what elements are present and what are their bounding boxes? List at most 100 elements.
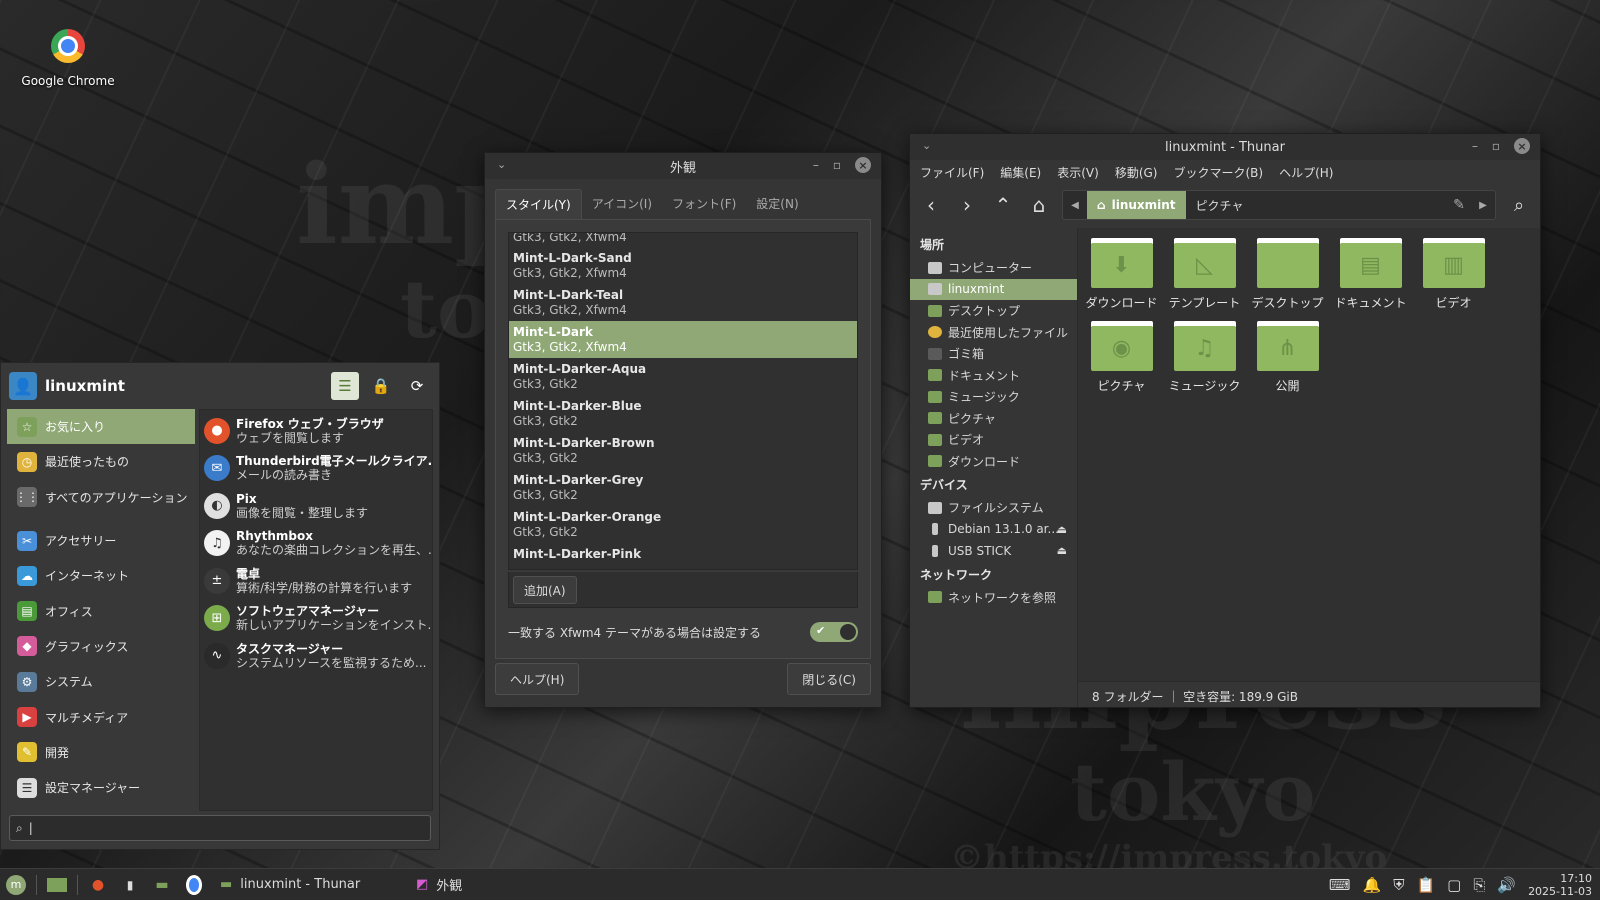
theme-item[interactable]: Mint-L-Darker-Brown Gtk3, Gtk2 <box>509 432 857 469</box>
task-appearance[interactable]: ◩ 外観 <box>406 869 602 900</box>
maximize-icon[interactable]: ▫ <box>833 158 841 172</box>
app-item-rhythmbox[interactable]: ♫ Rhythmbox あなたの楽曲コレクションを再生、... <box>200 525 432 563</box>
theme-item[interactable]: Mint-L-Dark-Teal Gtk3, Gtk2, Xfwm4 <box>509 284 857 321</box>
up-icon[interactable]: ⌃ <box>990 192 1016 218</box>
category-internet[interactable]: ☁ インターネット <box>7 558 195 593</box>
sidebar-item-home[interactable]: linuxmint <box>910 278 1077 300</box>
theme-item[interactable]: Mint-L-Darker-Aqua Gtk3, Gtk2 <box>509 358 857 395</box>
clipboard-icon[interactable]: 📋 <box>1416 876 1435 894</box>
sidebar-item-downloads[interactable]: ダウンロード <box>910 451 1077 473</box>
category-accessories[interactable]: ✂ アクセサリー <box>7 523 195 558</box>
theme-item[interactable]: Mint-L-Dark Gtk3, Gtk2, Xfwm4 <box>509 321 857 358</box>
path-segment-pictures[interactable]: ピクチャ <box>1186 191 1254 219</box>
clock[interactable]: 17:10 2025-11-03 <box>1528 872 1592 898</box>
folder-item[interactable]: ▤ ドキュメント <box>1329 238 1412 311</box>
close-button[interactable]: 閉じる(C) <box>787 663 871 695</box>
category-system[interactable]: ⚙ システム <box>7 664 195 699</box>
file-view[interactable]: ⬇ ダウンロード ◺ テンプレート デスクトップ ▤ ドキュメント ▥ ビデオ ◉ ピクチャ ♫ ミュー… <box>1078 228 1540 707</box>
menu-bookmarks[interactable]: ブックマーク(B) <box>1173 164 1263 181</box>
theme-item[interactable]: Mint-L-Darker-Pink <box>509 543 857 569</box>
sidebar-item-recent[interactable]: 最近使用したファイル <box>910 322 1077 344</box>
volume-icon[interactable]: 🔊 <box>1497 876 1516 894</box>
theme-item[interactable]: Mint-L-Darker-Grey Gtk3, Gtk2 <box>509 469 857 506</box>
forward-icon[interactable]: › <box>954 192 980 218</box>
folder-item[interactable]: ♫ ミュージック <box>1163 321 1246 394</box>
sidebar-item-documents[interactable]: ドキュメント <box>910 365 1077 387</box>
folder-item[interactable]: デスクトップ <box>1246 238 1329 311</box>
category-office[interactable]: ▤ オフィス <box>7 593 195 628</box>
menu-edit[interactable]: 編集(E) <box>1000 164 1041 181</box>
minimize-icon[interactable]: – <box>813 158 819 172</box>
title-bar[interactable]: ⌄ 外観 – ▫ × <box>485 153 881 179</box>
folder-item[interactable]: ◉ ピクチャ <box>1080 321 1163 394</box>
app-item-thunderbird[interactable]: ✉ Thunderbird電子メールクライア... メールの読み書き <box>200 450 432 488</box>
menu-file[interactable]: ファイル(F) <box>920 164 984 181</box>
path-segment-home[interactable]: ⌂ linuxmint <box>1087 191 1186 219</box>
menu-view[interactable]: 表示(V) <box>1057 164 1099 181</box>
theme-list[interactable]: Gtk3, Gtk2, Xfwm4 Mint-L-Dark-Sand Gtk3, G… <box>508 232 858 570</box>
category-development[interactable]: ✎ 開発 <box>7 735 195 770</box>
shield-icon[interactable]: ⛨ <box>1393 876 1404 894</box>
keyboard-icon[interactable]: ⌨ <box>1329 876 1351 894</box>
category-graphics[interactable]: ◆ グラフィックス <box>7 629 195 664</box>
title-bar[interactable]: ⌄ linuxmint - Thunar – ▫ × <box>910 134 1540 160</box>
sidebar-item-music[interactable]: ミュージック <box>910 386 1077 408</box>
notification-bell-icon[interactable]: 🔔 <box>1363 876 1382 894</box>
sidebar-item-filesystem[interactable]: ファイルシステム <box>910 497 1077 519</box>
minimize-icon[interactable]: – <box>1472 139 1478 153</box>
theme-item[interactable]: Mint-L-Darker-Orange Gtk3, Gtk2 <box>509 506 857 543</box>
chrome-launcher[interactable] <box>178 869 210 900</box>
category-favorites[interactable]: ☆ お気に入り <box>7 409 195 445</box>
desktop-icon-chrome[interactable]: Google Chrome <box>18 24 118 88</box>
folder-item[interactable]: ⋔ 公開 <box>1246 321 1329 394</box>
logout-icon[interactable]: ⟳ <box>403 372 431 400</box>
path-left-arrow-icon[interactable]: ◀ <box>1063 200 1087 211</box>
settings-manager-icon[interactable]: ☰ <box>331 372 359 400</box>
folder-item[interactable]: ◺ テンプレート <box>1163 238 1246 311</box>
window-menu-icon[interactable]: ⌄ <box>497 158 506 171</box>
task-thunar[interactable]: ▬ linuxmint - Thunar <box>210 869 406 900</box>
folder-item[interactable]: ⬇ ダウンロード <box>1080 238 1163 311</box>
path-right-arrow-icon[interactable]: ▶ <box>1471 200 1495 211</box>
search-input[interactable]: ⌕ | <box>9 815 431 841</box>
window-menu-icon[interactable]: ⌄ <box>922 139 931 152</box>
app-item-pix[interactable]: ◐ Pix 画像を閲覧・整理します <box>200 487 432 525</box>
tab-settings[interactable]: 設定(N) <box>746 189 808 219</box>
firefox-launcher[interactable]: ● <box>82 869 114 900</box>
app-item-software-manager[interactable]: ⊞ ソフトウェアマネージャー 新しいアプリケーションをインスト... <box>200 600 432 638</box>
tab-style[interactable]: スタイル(Y) <box>495 189 582 219</box>
window-icon[interactable]: ▢ <box>1447 876 1461 894</box>
show-desktop-button[interactable] <box>41 869 73 900</box>
sidebar-item-browse-network[interactable]: ネットワークを参照 <box>910 587 1077 609</box>
folder-item[interactable]: ▥ ビデオ <box>1412 238 1495 311</box>
sidebar-item-pictures[interactable]: ピクチャ <box>910 408 1077 430</box>
menu-help[interactable]: ヘルプ(H) <box>1279 164 1333 181</box>
sidebar-item-debian[interactable]: Debian 13.1.0 ar... ⏏ <box>910 519 1077 541</box>
sidebar-item-usb[interactable]: USB STICK ⏏ <box>910 540 1077 562</box>
sidebar-item-desktop[interactable]: デスクトップ <box>910 300 1077 322</box>
eject-icon[interactable]: ⏏ <box>1057 523 1067 536</box>
maximize-icon[interactable]: ▫ <box>1492 139 1500 153</box>
theme-item[interactable]: Gtk3, Gtk2, Xfwm4 <box>509 233 857 247</box>
back-icon[interactable]: ‹ <box>918 192 944 218</box>
tab-fonts[interactable]: フォント(F) <box>662 189 746 219</box>
category-multimedia[interactable]: ▶ マルチメディア <box>7 699 195 734</box>
app-item-task-manager[interactable]: ∿ タスクマネージャー システムリソースを監視するため... <box>200 637 432 675</box>
menu-button[interactable]: m <box>0 869 32 900</box>
help-button[interactable]: ヘルプ(H) <box>495 663 580 695</box>
eject-icon[interactable]: ⏏ <box>1057 544 1067 557</box>
theme-item[interactable]: Mint-L-Darker-Blue Gtk3, Gtk2 <box>509 395 857 432</box>
xfwm-toggle[interactable]: ✔ <box>810 622 858 642</box>
category-all-applications[interactable]: ⋮⋮ すべてのアプリケーション <box>7 480 195 515</box>
sidebar-item-trash[interactable]: ゴミ箱 <box>910 343 1077 365</box>
app-item-firefox[interactable]: ● Firefox ウェブ・ブラウザ ウェブを閲覧します <box>200 412 432 450</box>
search-icon[interactable]: ⌕ <box>1506 192 1532 218</box>
category-recent[interactable]: ◷ 最近使ったもの <box>7 444 195 479</box>
add-theme-button[interactable]: 追加(A) <box>513 576 577 604</box>
terminal-launcher[interactable]: ▮ <box>114 869 146 900</box>
tab-icons[interactable]: アイコン(I) <box>582 189 662 219</box>
app-item-calculator[interactable]: ± 電卓 算術/科学/財務の計算を行います <box>200 562 432 600</box>
theme-item[interactable]: Mint-L-Dark-Sand Gtk3, Gtk2, Xfwm4 <box>509 247 857 284</box>
category-settings-manager[interactable]: ☰ 設定マネージャー <box>7 770 195 805</box>
close-icon[interactable]: × <box>1514 138 1530 154</box>
